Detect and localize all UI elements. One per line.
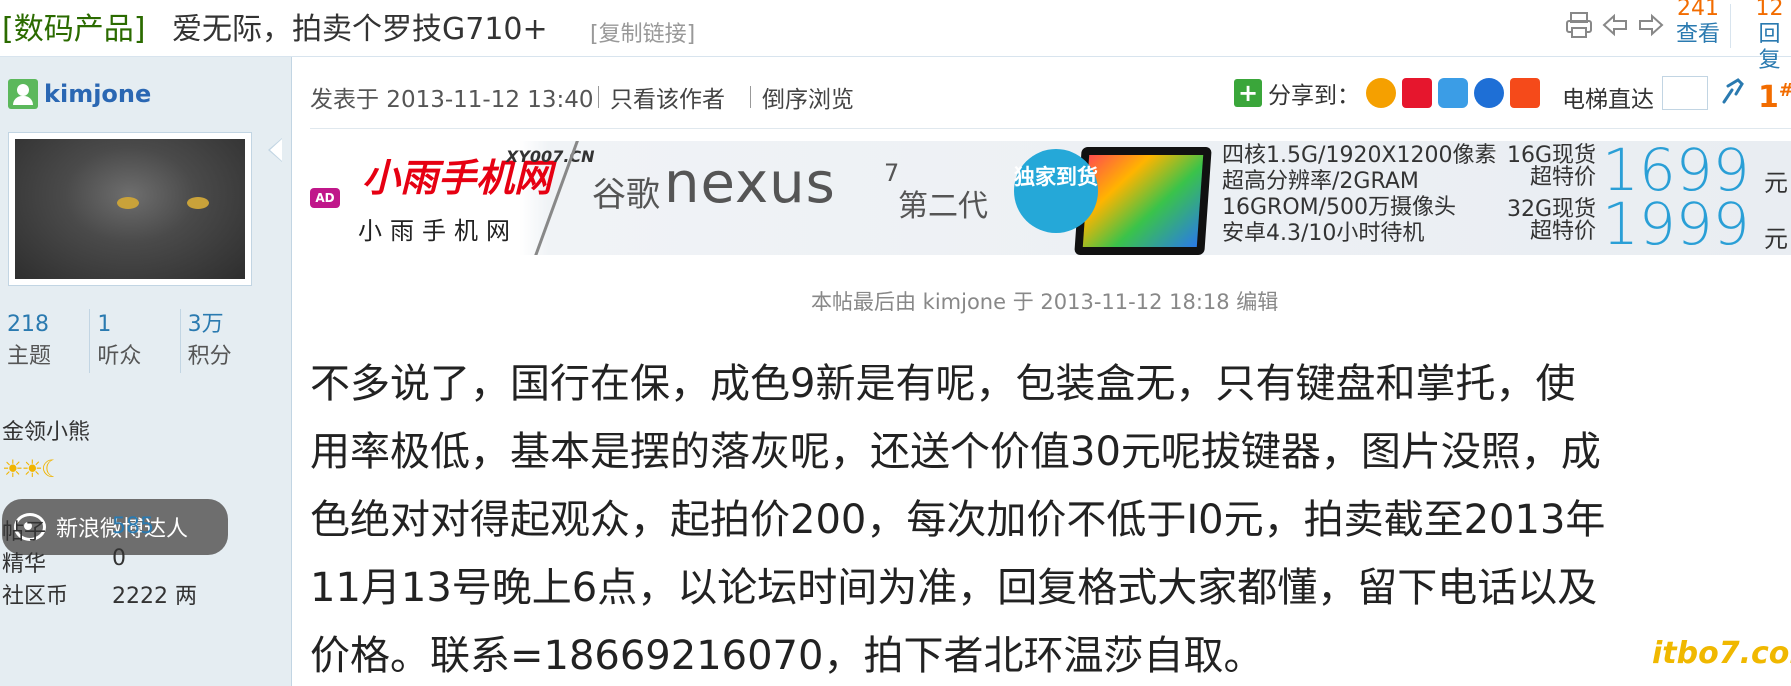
- stat-value[interactable]: 1: [97, 309, 179, 341]
- avatar[interactable]: [8, 132, 252, 286]
- weibo-share-icon[interactable]: [1402, 78, 1432, 108]
- ad-brand-url: XY007.CN: [506, 147, 595, 166]
- views-count: 241: [1677, 0, 1719, 21]
- post-line: 用率极低，基本是摆的落灰呢，还送个价值30元呢拔键器，图片没照，成: [310, 429, 1601, 475]
- site-watermark: itbo7.com: [1652, 636, 1791, 671]
- stat-topics[interactable]: 218 主题: [0, 309, 91, 373]
- plus-icon[interactable]: +: [1234, 79, 1262, 107]
- prev-thread-icon[interactable]: [1600, 10, 1630, 40]
- ad-badge: 独家到货: [1014, 149, 1098, 233]
- post-pointer: [268, 138, 282, 162]
- thread-title: 爱无际，拍卖个罗技G710+: [172, 12, 548, 47]
- edit-note: 本帖最后由 kimjone 于 2013-11-12 18:18 编辑: [811, 290, 1279, 314]
- tablet-screen: [1082, 155, 1204, 247]
- stat-divider: [1730, 4, 1731, 48]
- detail-value: 0: [112, 546, 126, 571]
- avatar-image: [15, 139, 245, 279]
- ad-product: nexus: [664, 151, 836, 216]
- share-bar: + 分享到：: [1234, 76, 1540, 110]
- user-rank: 金领小熊: [2, 420, 91, 445]
- stat-label: 积分: [187, 344, 232, 369]
- ad-spec: 安卓4.3/10小时待机: [1222, 221, 1425, 246]
- detail-key: 社区币: [2, 584, 69, 609]
- meta-rule: [310, 128, 1791, 129]
- stat-followers[interactable]: 1 听众: [90, 309, 181, 373]
- post-line: 不多说了，国行在保，成色9新是有呢，包装盒无，只有键盘和掌托，使: [310, 361, 1576, 407]
- replies-stat: 12 回复: [1748, 0, 1791, 74]
- author-name[interactable]: kimjone: [8, 79, 151, 109]
- post-line: 价格。联系=18669216070，拍下者北环温莎自取。: [310, 633, 1264, 679]
- avatar-eye: [187, 197, 209, 209]
- detail-coins: 社区币 2222 两: [2, 578, 197, 610]
- thread-category[interactable]: [数码产品]: [2, 4, 145, 48]
- ad-offer-l2: 超特价: [1529, 165, 1596, 190]
- copy-link[interactable]: [复制链接]: [590, 16, 695, 48]
- floor-mark: #: [1779, 80, 1791, 101]
- print-icon[interactable]: [1564, 10, 1594, 40]
- detail-digest: 精华 0: [2, 546, 126, 578]
- meta-divider: [750, 86, 751, 108]
- share-label: 分享到：: [1268, 83, 1360, 109]
- floor-value: 1: [1758, 80, 1779, 115]
- ad-price: 1699: [1602, 141, 1750, 204]
- post-meta: 发表于 2013-11-12 13:40 只看该作者 倒序浏览 + 分享到： 电…: [310, 76, 1791, 118]
- ad-offer-label: 16G现货 超特价: [1506, 145, 1596, 189]
- ad-banner[interactable]: 小雨手机网 XY007.CN 小雨手机网 谷歌 nexus 7 第二代 独家到货…: [346, 141, 1791, 255]
- stat-value[interactable]: 218: [7, 309, 89, 341]
- post-line: 色绝对对得起观众，起拍价200，每次加价不低于I0元，拍卖截至2013年: [310, 497, 1606, 543]
- ad-offer-label: 32G现货 超特价: [1506, 199, 1596, 243]
- views-stat: 241 查看: [1676, 0, 1720, 48]
- detail-value[interactable]: 585: [112, 514, 154, 546]
- floor-number[interactable]: 1#: [1758, 80, 1791, 115]
- only-author-link[interactable]: 只看该作者: [610, 80, 725, 114]
- ad-unit: 元: [1764, 169, 1788, 197]
- post-time: 发表于 2013-11-12 13:40: [310, 87, 594, 113]
- next-thread-icon[interactable]: [1636, 10, 1666, 40]
- stat-value[interactable]: 3万: [188, 309, 270, 341]
- detail-value: 2222 两: [112, 584, 197, 609]
- stat-label: 主题: [7, 344, 52, 369]
- stat-points[interactable]: 3万 积分: [181, 309, 270, 373]
- ad-unit: 元: [1764, 225, 1788, 253]
- renren-share-icon[interactable]: [1474, 78, 1504, 108]
- elevator-input[interactable]: [1662, 76, 1708, 110]
- ad-price: 1999: [1602, 190, 1750, 255]
- author-stats: 218 主题 1 听众 3万 积分: [0, 309, 270, 373]
- post-line: 11月13号晚上6点，以论坛时间为准，回复格式大家都懂，留下电话以及: [310, 565, 1598, 611]
- elevator-go-icon[interactable]: [1718, 76, 1748, 106]
- detail-posts: 帖子 585: [2, 514, 154, 546]
- ad-product-prefix: 谷歌: [592, 175, 660, 215]
- replies-label: 回复: [1758, 22, 1781, 73]
- rank-stars-icon: ☀☀☾: [2, 455, 63, 483]
- avatar-eye: [117, 197, 139, 209]
- thread-header: [数码产品] 爱无际，拍卖个罗技G710+ [复制链接] 241 查看 12 回…: [0, 0, 1791, 73]
- reverse-order-link[interactable]: 倒序浏览: [762, 80, 854, 114]
- meta-divider: [598, 86, 599, 108]
- replies-count: 12: [1755, 0, 1784, 21]
- author-sidebar: kimjone 218 主题 1 听众 3万 积分 金领小熊 ☀☀☾ 新浪微博达…: [0, 57, 292, 686]
- ad-brand-sub: 小雨手机网: [358, 217, 518, 245]
- ad-tag: AD: [310, 188, 340, 208]
- detail-key: 帖子: [2, 520, 47, 545]
- qzone-share-icon[interactable]: [1366, 78, 1396, 108]
- stat-label: 听众: [97, 344, 142, 369]
- views-label: 查看: [1676, 22, 1721, 47]
- author-username[interactable]: kimjone: [44, 80, 151, 108]
- ad-product-suffix: 第二代: [898, 189, 988, 224]
- tencent-weibo-share-icon[interactable]: [1438, 78, 1468, 108]
- detail-key: 精华: [2, 552, 47, 577]
- pengyou-share-icon[interactable]: [1510, 78, 1540, 108]
- post-body: 不多说了，国行在保，成色9新是有呢，包装盒无，只有键盘和掌托，使 用率极低，基本…: [310, 350, 1785, 686]
- elevator-label: 电梯直达: [1562, 87, 1654, 113]
- ad-offer-l2: 超特价: [1529, 219, 1596, 244]
- ad-product-sup: 7: [884, 159, 900, 187]
- user-online-icon: [8, 79, 38, 109]
